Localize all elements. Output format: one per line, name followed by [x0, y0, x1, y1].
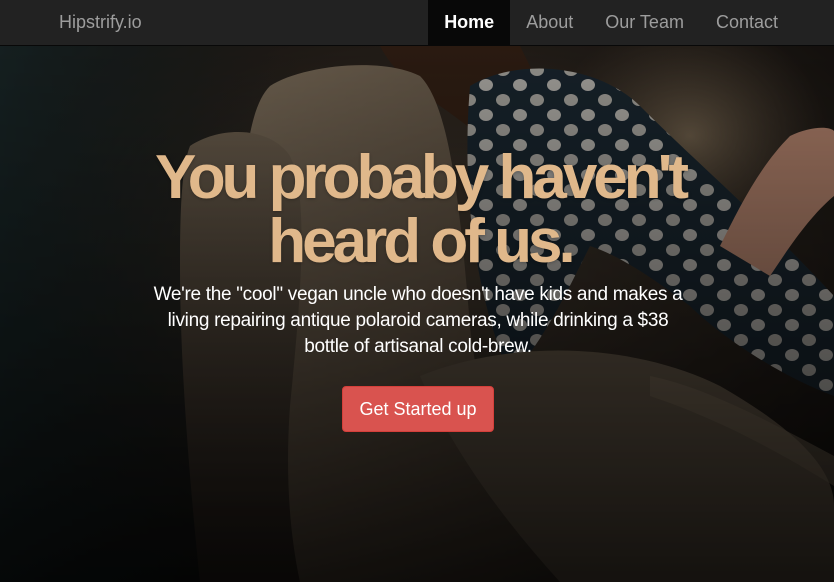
nav-menu: Home About Our Team Contact: [428, 0, 834, 45]
hero-section: You probaby haven't heard of us. We're th…: [0, 46, 834, 582]
headline-line-2: heard of us.: [268, 207, 575, 276]
navbar: Hipstrify.io Home About Our Team Contact: [0, 0, 834, 46]
get-started-button[interactable]: Get Started up: [342, 386, 494, 432]
hero-headline: You probaby haven't heard of us.: [120, 146, 720, 274]
headline-line-1: You probaby haven't: [154, 143, 689, 212]
nav-our-team[interactable]: Our Team: [589, 0, 700, 45]
nav-about[interactable]: About: [510, 0, 589, 45]
nav-contact[interactable]: Contact: [700, 0, 834, 45]
hero-subtext: We're the "cool" vegan uncle who doesn't…: [153, 284, 683, 357]
nav-home[interactable]: Home: [428, 0, 511, 45]
brand-link[interactable]: Hipstrify.io: [59, 0, 142, 45]
